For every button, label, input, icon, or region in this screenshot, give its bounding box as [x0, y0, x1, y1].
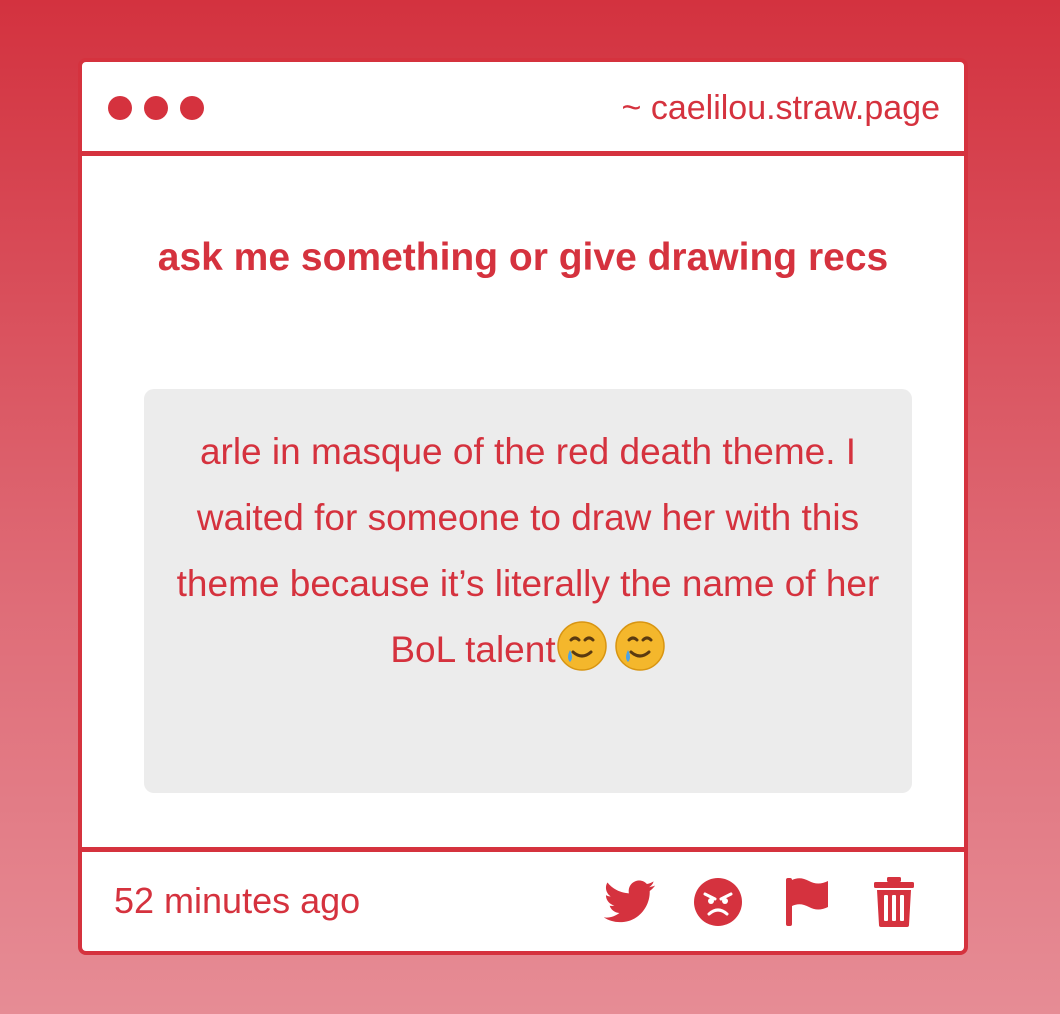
timestamp: 52 minutes ago [114, 880, 361, 921]
action-bar [604, 876, 920, 928]
window-controls [108, 96, 204, 120]
flag-icon [786, 878, 828, 926]
twitter-icon [604, 880, 656, 923]
window-dot [108, 96, 132, 120]
window-dot [144, 96, 168, 120]
answer-bubble: arle in masque of the red death theme. I… [144, 389, 912, 793]
message-card: ~ caelilou.straw.page ask me something o… [78, 58, 968, 955]
react-angry-button[interactable] [692, 876, 744, 928]
answer-text: arle in masque of the red death theme. I… [176, 431, 880, 670]
card-body: ask me something or give drawing recs ar… [82, 156, 964, 852]
angry-face-icon [694, 878, 742, 926]
answer-text-block: arle in masque of the red death theme. I… [174, 419, 882, 683]
window-dot [180, 96, 204, 120]
question-prompt: ask me something or give drawing recs [157, 236, 889, 279]
page-domain: ~ caelilou.straw.page [621, 89, 940, 127]
smiling-face-with-tear-icon [614, 621, 665, 671]
share-twitter-button[interactable] [604, 876, 656, 928]
trash-icon [874, 877, 914, 927]
delete-button[interactable] [868, 876, 920, 928]
window-titlebar: ~ caelilou.straw.page [82, 62, 964, 156]
smiling-face-with-tear-icon [556, 621, 607, 671]
card-footer: 52 minutes ago [82, 847, 964, 951]
report-button[interactable] [780, 876, 832, 928]
